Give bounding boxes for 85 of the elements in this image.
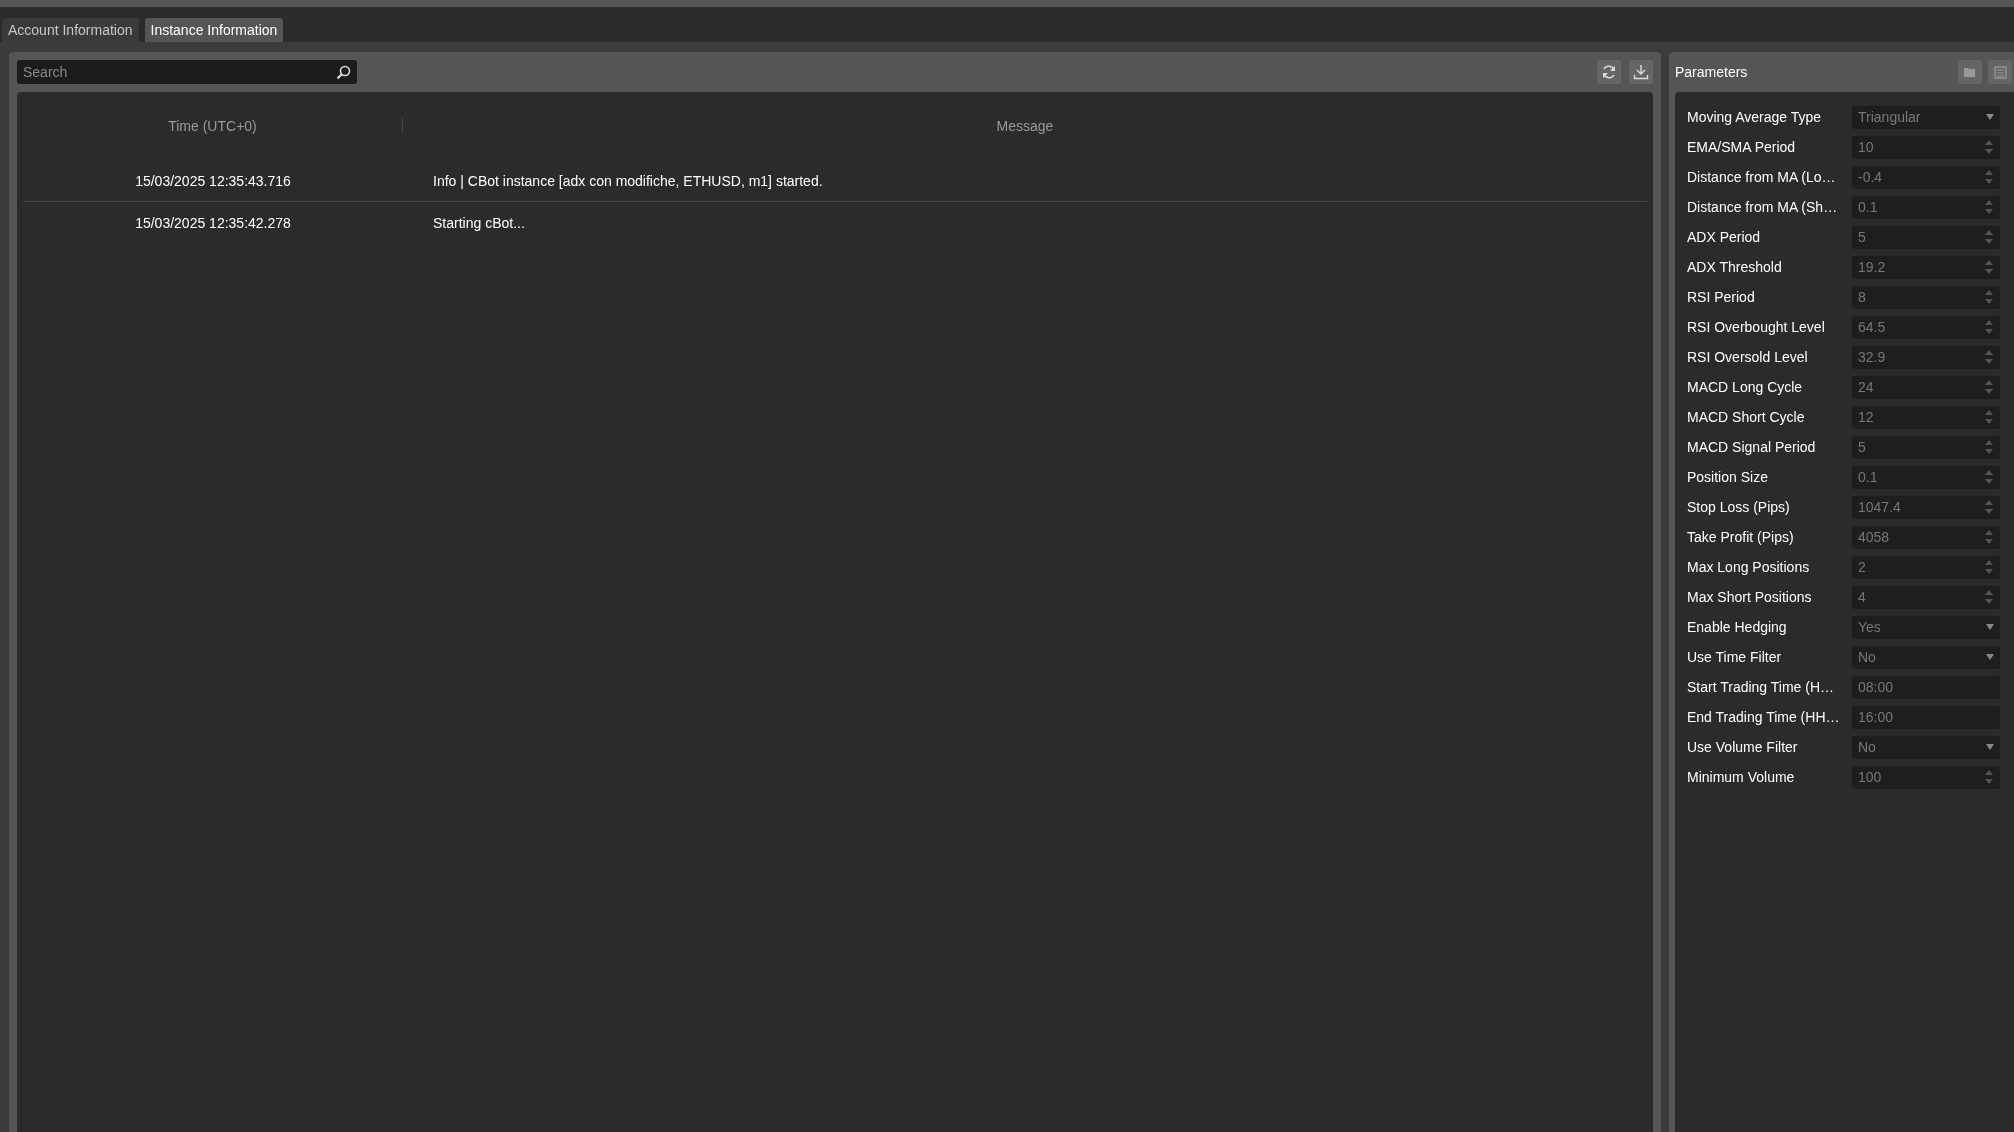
parameter-label: Stop Loss (Pips) — [1687, 499, 1791, 515]
caret-icon[interactable] — [1986, 623, 1994, 631]
parameter-label: Enable Hedging — [1687, 619, 1788, 635]
input-field[interactable]: 4058 — [1852, 525, 2000, 549]
input-field[interactable]: 8 — [1852, 285, 2000, 309]
table-cell-text: Starting cBot... — [432, 214, 526, 231]
input-field[interactable]: 4 — [1852, 585, 2000, 609]
parameter-label: Distance from MA (Sh… — [1687, 199, 1839, 215]
spinner-arrows-icon[interactable] — [1984, 319, 1994, 335]
input-field[interactable]: 0.1 — [1852, 195, 2000, 219]
parameter-label: Use Time Filter — [1687, 649, 1783, 665]
dropdown-field[interactable]: Triangular — [1852, 105, 2000, 129]
table-cell-text: 15/03/2025 12:35:42.278 — [134, 214, 292, 231]
parameter-label: Max Long Positions — [1687, 559, 1811, 575]
column-header[interactable]: Message — [403, 118, 1647, 134]
parameter-label: MACD Short Cycle — [1687, 409, 1806, 425]
dropdown-field[interactable]: No — [1852, 645, 2000, 669]
parameter-label: MACD Long Cycle — [1687, 379, 1804, 395]
parameter-label: RSI Oversold Level — [1687, 349, 1809, 365]
caret-icon[interactable] — [1986, 113, 1994, 121]
input-field[interactable]: 5 — [1852, 225, 2000, 249]
parameter-label: Take Profit (Pips) — [1687, 529, 1795, 545]
spinner-arrows-icon[interactable] — [1984, 529, 1994, 545]
folder-button[interactable] — [1958, 60, 1982, 84]
spinner-arrows-icon[interactable] — [1984, 769, 1994, 785]
download-icon — [1633, 64, 1649, 80]
spinner-arrows-icon[interactable] — [1984, 469, 1994, 485]
search-icon[interactable] — [336, 65, 351, 80]
dropdown-field[interactable]: Yes — [1852, 615, 2000, 639]
spinner-arrows-icon[interactable] — [1984, 589, 1994, 605]
input-field[interactable]: -0.4 — [1852, 165, 2000, 189]
parameter-label: Distance from MA (Lo… — [1687, 169, 1837, 185]
input-field[interactable]: 0.1 — [1852, 465, 2000, 489]
refresh-icon — [1601, 64, 1617, 80]
search-field[interactable]: Search — [17, 60, 357, 84]
spinner-arrows-icon[interactable] — [1984, 199, 1994, 215]
refresh-button[interactable] — [1597, 60, 1621, 84]
parameter-label: MACD Signal Period — [1687, 439, 1817, 455]
parameter-label: Use Volume Filter — [1687, 739, 1799, 755]
caret-icon[interactable] — [1986, 653, 1994, 661]
parameter-label: ADX Threshold — [1687, 259, 1783, 275]
input-field[interactable]: 64.5 — [1852, 315, 2000, 339]
input-field[interactable]: 16:00 — [1852, 705, 2000, 729]
parameter-label: Moving Average Type — [1687, 109, 1823, 125]
spinner-arrows-icon[interactable] — [1984, 229, 1994, 245]
parameter-label: RSI Overbought Level — [1687, 319, 1826, 335]
spinner-arrows-icon[interactable] — [1984, 289, 1994, 305]
column-header[interactable]: Time (UTC+0) — [23, 118, 403, 134]
parameter-label: Position Size — [1687, 469, 1769, 485]
spinner-arrows-icon[interactable] — [1984, 379, 1994, 395]
spinner-arrows-icon[interactable] — [1984, 349, 1994, 365]
spinner-arrows-icon[interactable] — [1984, 559, 1994, 575]
input-field[interactable]: 5 — [1852, 435, 2000, 459]
spinner-arrows-icon[interactable] — [1984, 409, 1994, 425]
folder-icon — [1963, 66, 1977, 78]
parameter-label: Max Short Positions — [1687, 589, 1813, 605]
parameter-label: EMA/SMA Period — [1687, 139, 1797, 155]
tab[interactable]: Account Information — [2, 18, 139, 42]
download-button[interactable] — [1629, 60, 1653, 84]
spinner-arrows-icon[interactable] — [1984, 259, 1994, 275]
input-field[interactable]: 08:00 — [1852, 675, 2000, 699]
input-field[interactable]: 24 — [1852, 375, 2000, 399]
tab[interactable]: Instance Information — [144, 18, 284, 42]
spinner-arrows-icon[interactable] — [1984, 499, 1994, 515]
input-field[interactable]: 12 — [1852, 405, 2000, 429]
input-field[interactable]: 2 — [1852, 555, 2000, 579]
input-field[interactable]: 32.9 — [1852, 345, 2000, 369]
parameter-label: Minimum Volume — [1687, 769, 1796, 785]
input-field[interactable]: 100 — [1852, 765, 2000, 789]
parameter-label: Start Trading Time (H… — [1687, 679, 1836, 695]
panel-title: Parameters — [1675, 64, 1749, 80]
dropdown-field[interactable]: No — [1852, 735, 2000, 759]
table-cell-text: Info | CBot instance [adx con modifiche, ETHUSD, m1] started. — [432, 172, 824, 189]
spinner-arrows-icon[interactable] — [1984, 169, 1994, 185]
spinner-arrows-icon[interactable] — [1984, 139, 1994, 155]
caret-icon[interactable] — [1986, 743, 1994, 751]
input-field[interactable]: 19.2 — [1852, 255, 2000, 279]
save-button[interactable] — [1988, 60, 2012, 84]
parameter-label: RSI Period — [1687, 289, 1756, 305]
parameter-label: ADX Period — [1687, 229, 1762, 245]
spinner-arrows-icon[interactable] — [1984, 439, 1994, 455]
input-field[interactable]: 10 — [1852, 135, 2000, 159]
input-field[interactable]: 1047.4 — [1852, 495, 2000, 519]
parameter-label: End Trading Time (HH… — [1687, 709, 1841, 725]
table-cell-text: 15/03/2025 12:35:43.716 — [134, 172, 292, 189]
